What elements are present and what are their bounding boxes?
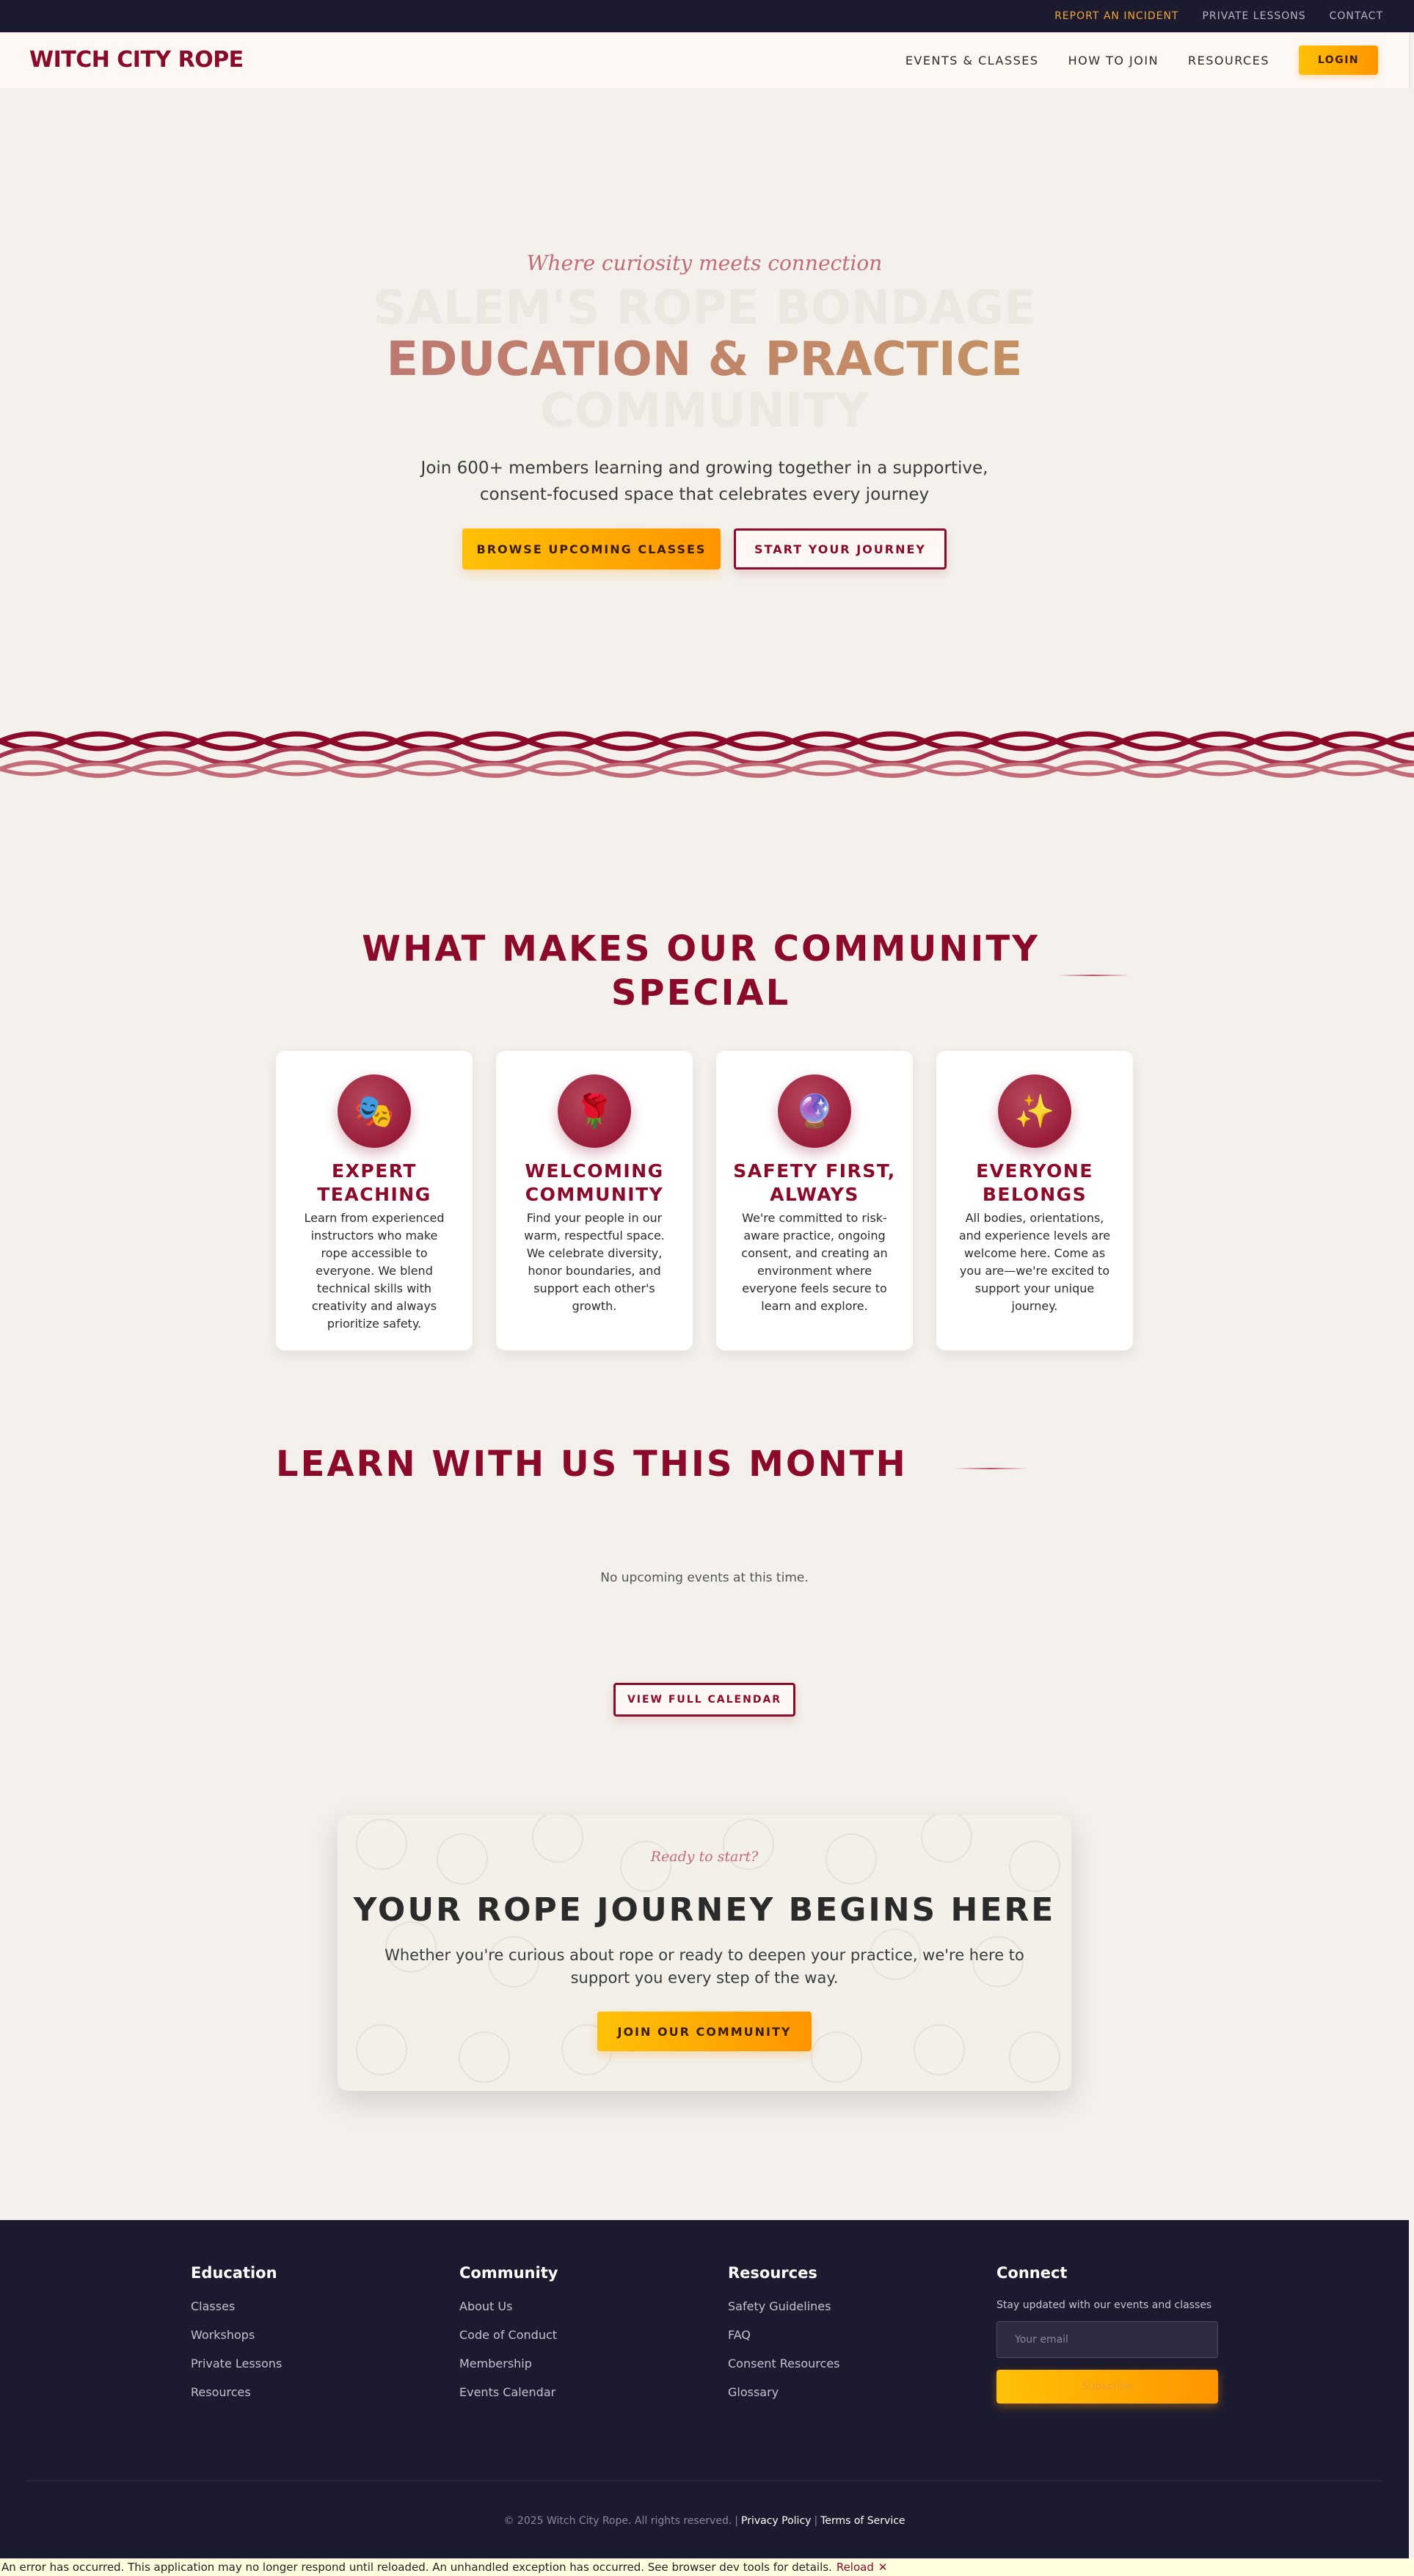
- hero-title: SALEM'S ROPE BONDAGE EDUCATION & PRACTIC…: [0, 283, 1409, 437]
- events-title-divider: [954, 1468, 1027, 1469]
- footer-link-consent-resources[interactable]: Consent Resources: [728, 2357, 840, 2371]
- hero-buttons: BROWSE UPCOMING CLASSES START YOUR JOURN…: [0, 528, 1409, 570]
- hero-title-line-3: COMMUNITY: [539, 384, 870, 438]
- hero-title-line-1: SALEM'S ROPE BONDAGE: [372, 281, 1037, 335]
- reload-link[interactable]: Reload: [837, 2561, 874, 2574]
- hero-title-line-2: EDUCATION & PRACTICE: [0, 334, 1409, 385]
- hero-subtitle: Join 600+ members learning and growing t…: [420, 459, 988, 504]
- feature-card-safety-first: 🔮 SAFETY FIRST, ALWAYS We're committed t…: [716, 1051, 913, 1350]
- separator: |: [814, 2515, 818, 2527]
- footer-heading: Education: [191, 2264, 277, 2282]
- newsletter-text: Stay updated with our events and classes: [996, 2299, 1212, 2311]
- nav-how-to-join[interactable]: HOW TO JOIN: [1068, 54, 1159, 68]
- start-journey-button[interactable]: START YOUR JOURNEY: [734, 528, 947, 570]
- report-incident-link[interactable]: REPORT AN INCIDENT: [1054, 10, 1178, 22]
- features-title: WHAT MAKES OUR COMMUNITY SPECIAL: [362, 928, 1040, 1014]
- footer-heading: Community: [459, 2264, 558, 2282]
- events-title: LEARN WITH US THIS MONTH: [276, 1444, 908, 1485]
- footer-resources-column: Resources Safety Guidelines FAQ Consent …: [728, 2264, 840, 2414]
- feature-card-text: All bodies, orientations, and experience…: [958, 1211, 1111, 1313]
- error-banner: An error has occurred. This application …: [0, 2558, 1414, 2576]
- nav-resources[interactable]: RESOURCES: [1188, 54, 1269, 68]
- feature-card-title: EVERYONE BELONGS: [976, 1160, 1093, 1205]
- feature-card-everyone-belongs: ✨ EVERYONE BELONGS All bodies, orientati…: [936, 1051, 1133, 1350]
- footer-community-column: Community About Us Code of Conduct Membe…: [459, 2264, 558, 2414]
- footer-link-resources[interactable]: Resources: [191, 2385, 282, 2399]
- footer-link-faq[interactable]: FAQ: [728, 2328, 840, 2342]
- dismiss-icon[interactable]: ✕: [878, 2561, 888, 2574]
- feature-card-text: We're committed to risk-aware practice, …: [741, 1211, 888, 1313]
- contact-link[interactable]: CONTACT: [1330, 10, 1383, 22]
- feature-card-welcoming-community: 🌹 WELCOMING COMMUNITY Find your people i…: [496, 1051, 693, 1350]
- cta-subtitle: Whether you're curious about rope or rea…: [385, 1946, 1024, 1987]
- site-header: WITCH CITY ROPE EVENTS & CLASSES HOW TO …: [0, 32, 1409, 88]
- main-nav: EVENTS & CLASSES HOW TO JOIN RESOURCES L…: [905, 46, 1378, 75]
- footer-link-code-of-conduct[interactable]: Code of Conduct: [459, 2328, 558, 2342]
- separator: |: [735, 2515, 739, 2527]
- copyright-text: © 2025 Witch City Rope. All rights reser…: [503, 2515, 732, 2527]
- feature-card-title: EXPERT TEACHING: [317, 1160, 431, 1205]
- no-events-message: No upcoming events at this time.: [600, 1571, 809, 1585]
- feature-card-title: WELCOMING COMMUNITY: [525, 1160, 664, 1205]
- footer-link-private-lessons[interactable]: Private Lessons: [191, 2357, 282, 2371]
- newsletter-email-input[interactable]: Your email: [996, 2321, 1218, 2358]
- footer-bottom: © 2025 Witch City Rope. All rights reser…: [0, 2515, 1409, 2527]
- nav-events-classes[interactable]: EVENTS & CLASSES: [905, 54, 1039, 68]
- feature-card-text: Learn from experienced instructors who m…: [304, 1211, 445, 1331]
- footer-link-workshops[interactable]: Workshops: [191, 2328, 282, 2342]
- site-footer: Education Classes Workshops Private Less…: [0, 2220, 1409, 2571]
- footer-link-membership[interactable]: Membership: [459, 2357, 558, 2371]
- cta-title: YOUR ROPE JOURNEY BEGINS HERE: [353, 1891, 1056, 1929]
- footer-connect-column: Connect Stay updated with our events and…: [996, 2264, 1218, 2404]
- feature-card-expert-teaching: 🎭 EXPERT TEACHING Learn from experienced…: [276, 1051, 473, 1350]
- footer-education-column: Education Classes Workshops Private Less…: [191, 2264, 282, 2414]
- utility-bar: REPORT AN INCIDENT PRIVATE LESSONS CONTA…: [0, 0, 1414, 32]
- footer-heading: Resources: [728, 2264, 817, 2282]
- site-logo[interactable]: WITCH CITY ROPE: [29, 47, 244, 73]
- rope-divider-graphic: [0, 731, 1414, 778]
- privacy-policy-link[interactable]: Privacy Policy: [741, 2515, 811, 2527]
- subscribe-button[interactable]: Subscribe: [996, 2370, 1218, 2404]
- hero-section: Where curiosity meets connection SALEM'S…: [0, 88, 1409, 734]
- view-calendar-button[interactable]: VIEW FULL CALENDAR: [613, 1683, 795, 1717]
- footer-link-events-calendar[interactable]: Events Calendar: [459, 2385, 558, 2399]
- crystal-ball-icon: 🔮: [778, 1074, 851, 1148]
- cta-panel: Ready to start? YOUR ROPE JOURNEY BEGINS…: [338, 1815, 1071, 2091]
- private-lessons-link[interactable]: PRIVATE LESSONS: [1202, 10, 1305, 22]
- browse-classes-button[interactable]: BROWSE UPCOMING CLASSES: [462, 528, 721, 570]
- footer-link-classes[interactable]: Classes: [191, 2299, 282, 2313]
- cta-tagline: Ready to start?: [650, 1849, 759, 1865]
- theater-masks-icon: 🎭: [338, 1074, 411, 1148]
- sparkles-icon: ✨: [998, 1074, 1071, 1148]
- hero-tagline: Where curiosity meets connection: [526, 251, 883, 275]
- feature-cards: 🎭 EXPERT TEACHING Learn from experienced…: [276, 1051, 1133, 1350]
- feature-card-text: Find your people in our warm, respectful…: [524, 1211, 665, 1313]
- join-community-button[interactable]: JOIN OUR COMMUNITY: [597, 2012, 812, 2051]
- login-button[interactable]: LOGIN: [1299, 46, 1378, 75]
- feature-card-title: SAFETY FIRST, ALWAYS: [733, 1160, 896, 1205]
- footer-link-glossary[interactable]: Glossary: [728, 2385, 840, 2399]
- footer-link-about-us[interactable]: About Us: [459, 2299, 558, 2313]
- error-message: An error has occurred. This application …: [1, 2561, 832, 2574]
- rose-icon: 🌹: [558, 1074, 631, 1148]
- terms-of-service-link[interactable]: Terms of Service: [820, 2515, 905, 2527]
- features-title-divider: [1057, 975, 1130, 976]
- footer-heading: Connect: [996, 2264, 1068, 2282]
- footer-link-safety-guidelines[interactable]: Safety Guidelines: [728, 2299, 840, 2313]
